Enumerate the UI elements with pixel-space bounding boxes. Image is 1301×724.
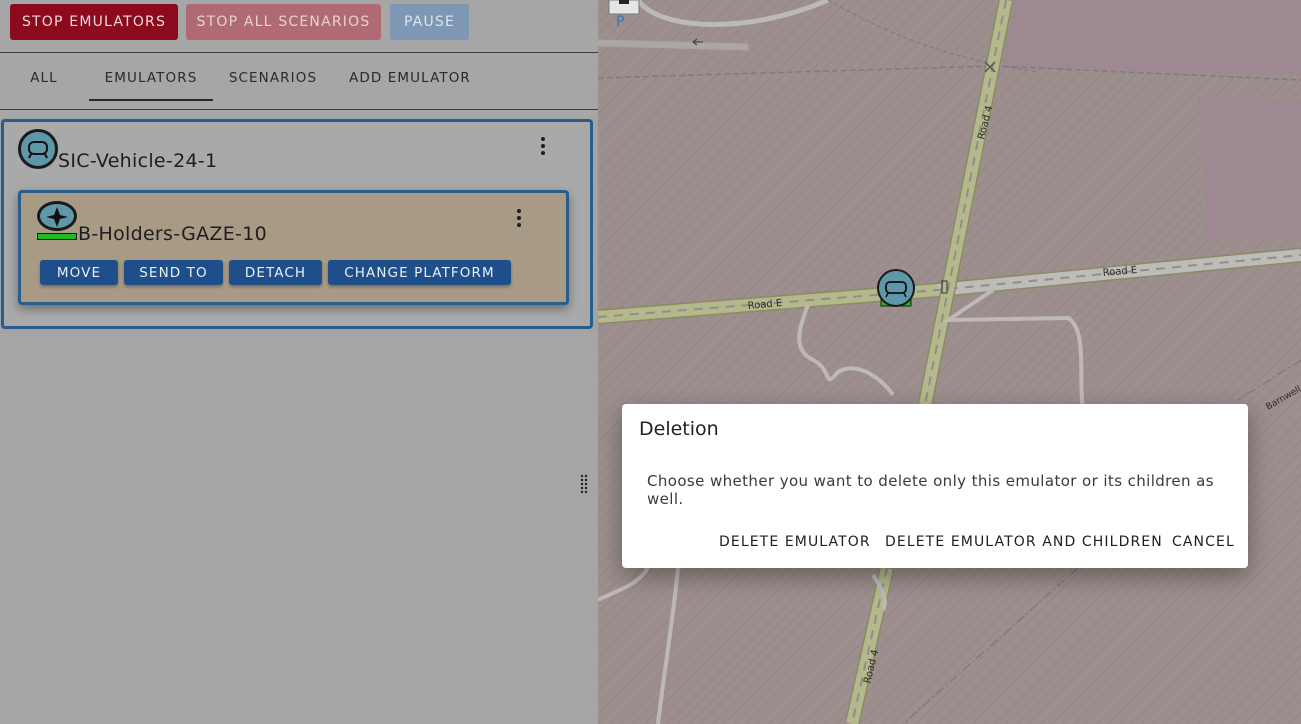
sensor-icon: [37, 201, 77, 231]
dialog-title: Deletion: [639, 418, 719, 440]
detach-button[interactable]: DETACH: [229, 260, 322, 285]
vehicle-map-marker-icon[interactable]: [877, 269, 915, 307]
vehicle-icon: [18, 129, 58, 169]
delete-emulator-and-children-button[interactable]: DELETE EMULATOR AND CHILDREN: [885, 530, 1163, 554]
tab-all[interactable]: ALL: [20, 56, 68, 100]
move-button[interactable]: MOVE: [40, 260, 118, 285]
deletion-dialog: Deletion Choose whether you want to dele…: [622, 404, 1248, 568]
resize-handle-icon[interactable]: [580, 474, 588, 496]
stop-emulators-button[interactable]: STOP EMULATORS: [10, 4, 178, 40]
status-bar: [37, 233, 77, 240]
dialog-message: Choose whether you want to delete only t…: [647, 472, 1214, 508]
tab-emulators[interactable]: EMULATORS: [89, 56, 213, 100]
map-view[interactable]: Road 4 Road E Road E Road 4 Barnwell P: [598, 0, 1301, 724]
child-menu-icon[interactable]: [517, 209, 521, 227]
cancel-button[interactable]: CANCEL: [1172, 530, 1235, 554]
active-tab-indicator: [89, 99, 213, 101]
parking-label: P: [616, 14, 624, 30]
send-to-button[interactable]: SEND TO: [124, 260, 223, 285]
change-platform-button[interactable]: CHANGE PLATFORM: [328, 260, 511, 285]
tab-scenarios[interactable]: SCENARIOS: [222, 56, 324, 100]
emulator-menu-icon[interactable]: [541, 137, 545, 155]
stop-all-scenarios-button[interactable]: STOP ALL SCENARIOS: [186, 4, 381, 40]
emulator-panel: STOP EMULATORS STOP ALL SCENARIOS PAUSE …: [0, 0, 598, 724]
divider: [0, 52, 598, 53]
delete-emulator-button[interactable]: DELETE EMULATOR: [719, 530, 871, 554]
emulator-name: SIC-Vehicle-24-1: [58, 150, 218, 172]
child-emulator-card[interactable]: [18, 190, 569, 305]
tab-add-emulator[interactable]: ADD EMULATOR: [340, 56, 480, 100]
divider: [0, 109, 598, 110]
pause-button[interactable]: PAUSE: [390, 4, 469, 40]
child-emulator-name: B-Holders-GAZE-10: [78, 223, 267, 245]
